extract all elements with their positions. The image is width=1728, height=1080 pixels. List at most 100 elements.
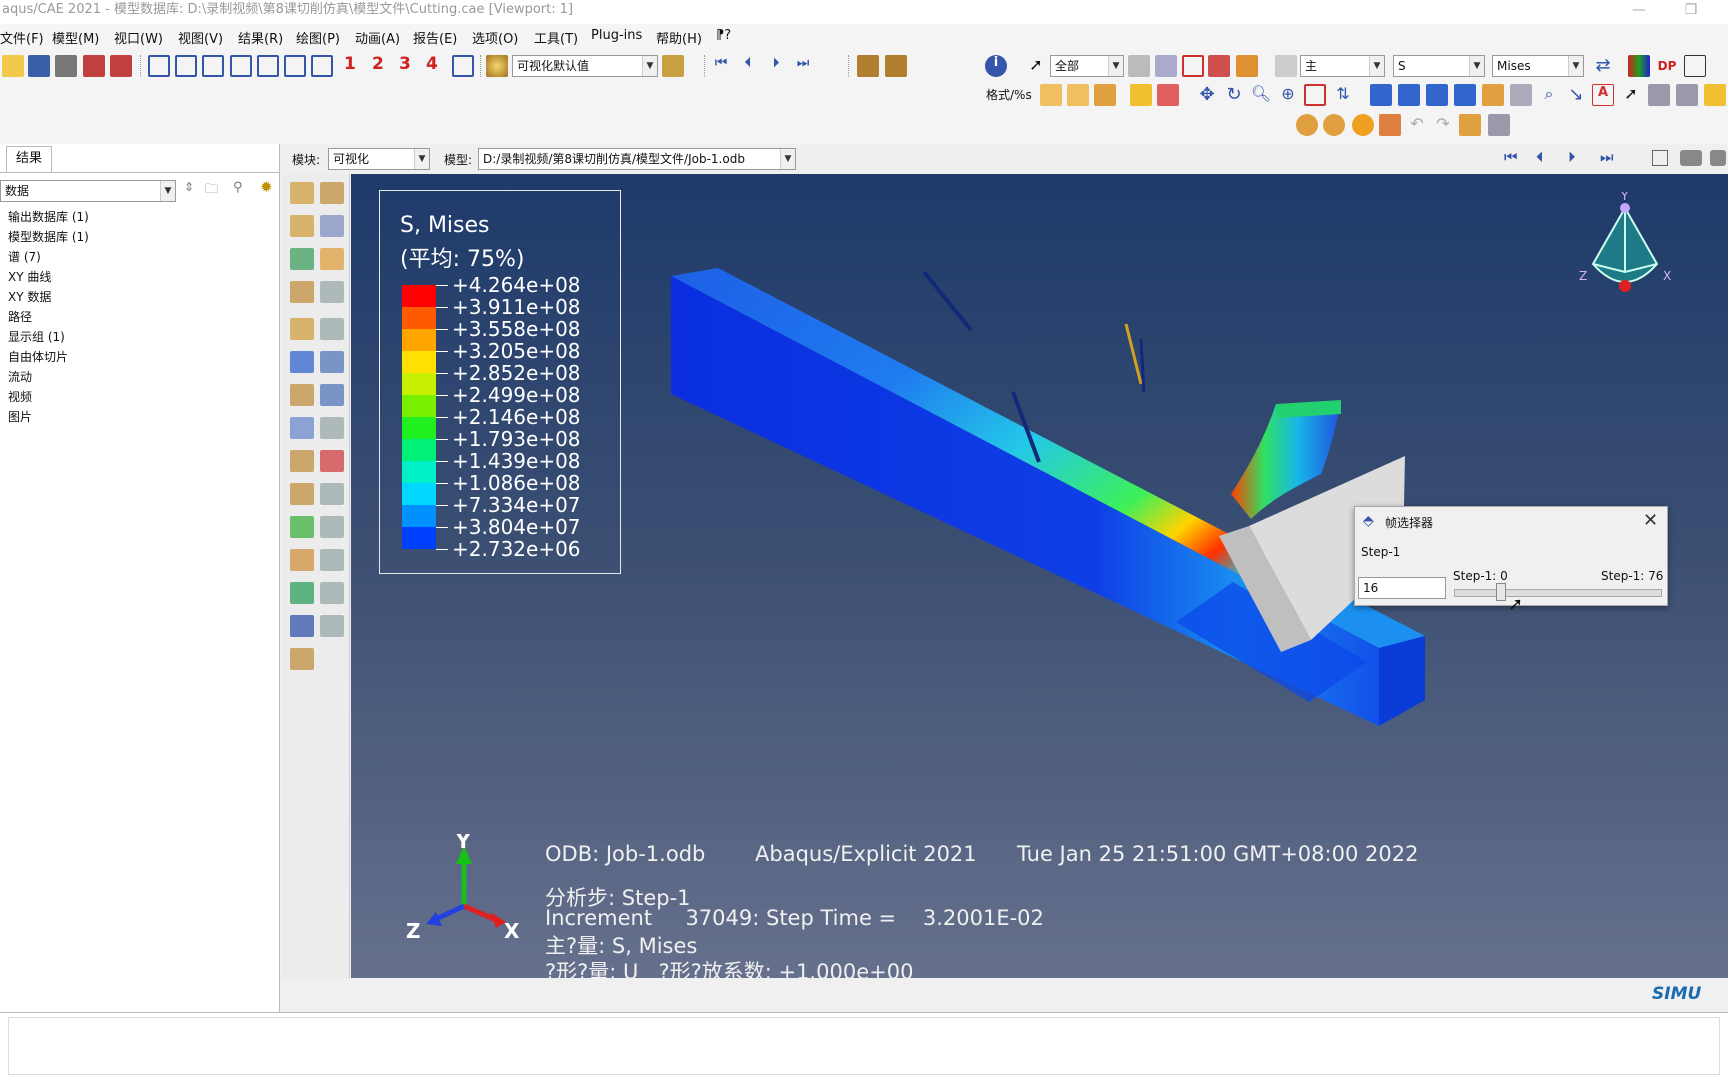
first-frame-icon[interactable]: ⏮ xyxy=(710,55,732,77)
probe-icon[interactable] xyxy=(885,55,907,77)
display-list-icon[interactable] xyxy=(1648,84,1670,106)
tree-item-4[interactable]: XY 数据 xyxy=(8,288,51,305)
boolean-intersect-icon[interactable] xyxy=(1323,114,1345,136)
toolbox-tool-2-icon[interactable] xyxy=(290,215,314,237)
pan-icon[interactable]: ✥ xyxy=(1196,84,1218,106)
menu-item-3[interactable]: 视图(V) xyxy=(178,28,223,47)
boolean-union-icon[interactable] xyxy=(1296,114,1318,136)
tree-item-3[interactable]: XY 曲线 xyxy=(8,268,51,285)
undo-icon[interactable]: ↶ xyxy=(1406,114,1428,136)
tree-item-8[interactable]: 流动 xyxy=(8,368,32,385)
frame-selector-icon[interactable] xyxy=(1652,150,1668,166)
frame-slider-thumb[interactable] xyxy=(1495,583,1506,601)
toolbox-tool-15-icon[interactable] xyxy=(320,417,344,439)
rotate-icon[interactable]: ↻ xyxy=(1223,84,1245,106)
group-icon[interactable] xyxy=(1459,114,1481,136)
toolbox-tool-21-icon[interactable] xyxy=(320,516,344,538)
cube-hidden-icon[interactable] xyxy=(1067,84,1089,106)
toolbox-tool-28-icon[interactable] xyxy=(290,648,314,670)
menu-item-7[interactable]: 报告(E) xyxy=(413,28,457,47)
frame-input[interactable]: 16 xyxy=(1358,577,1446,599)
toolbox-tool-20-icon[interactable] xyxy=(290,516,314,538)
print-icon[interactable] xyxy=(55,55,77,77)
toolbox-tool-9-icon[interactable] xyxy=(320,318,344,340)
toolbox-tool-25-icon[interactable] xyxy=(320,582,344,604)
restore-button[interactable]: ❐ xyxy=(1668,0,1714,22)
ctx-last-frame-icon[interactable]: ⏭ xyxy=(1600,148,1614,166)
contour-icon[interactable] xyxy=(1628,55,1650,77)
select-3d-icon[interactable] xyxy=(1236,55,1258,77)
cube-wire-icon[interactable] xyxy=(1040,84,1062,106)
options-icon[interactable] xyxy=(1704,84,1726,106)
toolbox-tool-13-icon[interactable] xyxy=(320,384,344,406)
toolbox-tool-16-icon[interactable] xyxy=(290,450,314,472)
toolbox-tool-7-icon[interactable] xyxy=(320,281,344,303)
axis-view-icon[interactable] xyxy=(452,55,474,77)
toolbox-tool-26-icon[interactable] xyxy=(290,615,314,637)
primary-step-select[interactable]: 主 ▼ xyxy=(1300,55,1385,77)
view-neg-x-icon[interactable] xyxy=(175,55,197,77)
view-neg-y-icon[interactable] xyxy=(230,55,252,77)
arrow-tool-icon[interactable]: ↘ xyxy=(1565,84,1587,106)
cycle-views-icon[interactable]: ⇅ xyxy=(1332,84,1354,106)
deformed-plot-icon[interactable]: DP xyxy=(1656,55,1678,77)
toolbox-tool-4-icon[interactable] xyxy=(290,248,314,270)
viewport-tile-icon[interactable] xyxy=(1370,84,1392,106)
select-arrow-icon[interactable]: ➚ xyxy=(1025,55,1047,77)
menu-item-11[interactable]: 帮助(H) xyxy=(656,28,702,47)
menu-item-8[interactable]: 选项(O) xyxy=(472,28,518,47)
menu-item-2[interactable]: 视口(W) xyxy=(114,28,163,47)
select-rect-icon[interactable] xyxy=(1182,55,1204,77)
tree-item-6[interactable]: 显示组 (1) xyxy=(8,328,65,345)
toolbox-tool-1-icon[interactable] xyxy=(320,182,344,204)
remove-icon[interactable] xyxy=(1379,114,1401,136)
last-frame-icon[interactable]: ⏭ xyxy=(792,55,814,77)
menu-item-10[interactable]: Plug-ins xyxy=(591,28,642,43)
module-select[interactable]: 可视化 ▼ xyxy=(328,148,430,170)
movie-icon[interactable] xyxy=(1710,150,1726,166)
menu-item-9[interactable]: 工具(T) xyxy=(534,28,578,47)
toolbox-tool-23-icon[interactable] xyxy=(320,549,344,571)
menu-item-1[interactable]: 模型(M) xyxy=(52,28,99,47)
view-neg-z-icon[interactable] xyxy=(284,55,306,77)
tree-item-5[interactable]: 路径 xyxy=(8,308,32,325)
zoom-icon[interactable]: 🔍︎ xyxy=(1250,84,1272,106)
ctx-prev-frame-icon[interactable]: ⏴ xyxy=(1536,148,1544,166)
next-frame-icon[interactable]: ⏵ xyxy=(765,55,787,77)
toolbox-tool-24-icon[interactable] xyxy=(290,582,314,604)
box-zoom-icon[interactable]: ⊕ xyxy=(1277,84,1299,106)
toolbox-tool-22-icon[interactable] xyxy=(290,549,314,571)
ctx-first-frame-icon[interactable]: ⏮ xyxy=(1504,148,1518,166)
boolean-replace-icon[interactable] xyxy=(1352,114,1374,136)
message-area[interactable] xyxy=(0,1012,1728,1080)
toolbox-tool-19-icon[interactable] xyxy=(320,483,344,505)
tree-item-9[interactable]: 视频 xyxy=(8,388,32,405)
selection-filter-select[interactable]: 全部 ▼ xyxy=(1050,55,1124,77)
camera-icon[interactable] xyxy=(1680,150,1702,166)
tab-results[interactable]: 结果 xyxy=(6,146,52,172)
tree-item-10[interactable]: 图片 xyxy=(8,408,32,425)
menu-item-12[interactable]: ⁋? xyxy=(716,28,731,43)
ctx-next-frame-icon[interactable]: ⏵ xyxy=(1568,148,1576,166)
toolbox-tool-3-icon[interactable] xyxy=(320,215,344,237)
view-3-button[interactable]: 3 xyxy=(399,54,411,74)
menu-item-4[interactable]: 结果(R) xyxy=(238,28,283,47)
sort-icon[interactable]: ⇕ xyxy=(184,180,194,194)
toolbox-tool-6-icon[interactable] xyxy=(290,281,314,303)
toolbox-tool-8-icon[interactable] xyxy=(290,318,314,340)
redo-icon[interactable]: ↷ xyxy=(1432,114,1454,136)
menu-item-5[interactable]: 绘图(P) xyxy=(296,28,340,47)
view-preset-select[interactable]: 可视化默认值 ▼ xyxy=(512,55,658,77)
minimize-button[interactable]: — xyxy=(1616,0,1662,22)
annotation-icon[interactable] xyxy=(1510,84,1532,106)
export-icon[interactable] xyxy=(110,55,132,77)
cube-shaded-icon[interactable] xyxy=(1094,84,1116,106)
menu-item-0[interactable]: 文件(F) xyxy=(0,28,44,47)
open-icon[interactable] xyxy=(2,55,24,77)
view-z-icon[interactable] xyxy=(257,55,279,77)
view-cube-icon[interactable]: Y Z X xyxy=(1573,192,1677,312)
link-viewports-icon[interactable] xyxy=(1482,84,1504,106)
primary-step-icon[interactable] xyxy=(1275,55,1297,77)
view-x-icon[interactable] xyxy=(148,55,170,77)
toolbox-tool-17-icon[interactable] xyxy=(320,450,344,472)
